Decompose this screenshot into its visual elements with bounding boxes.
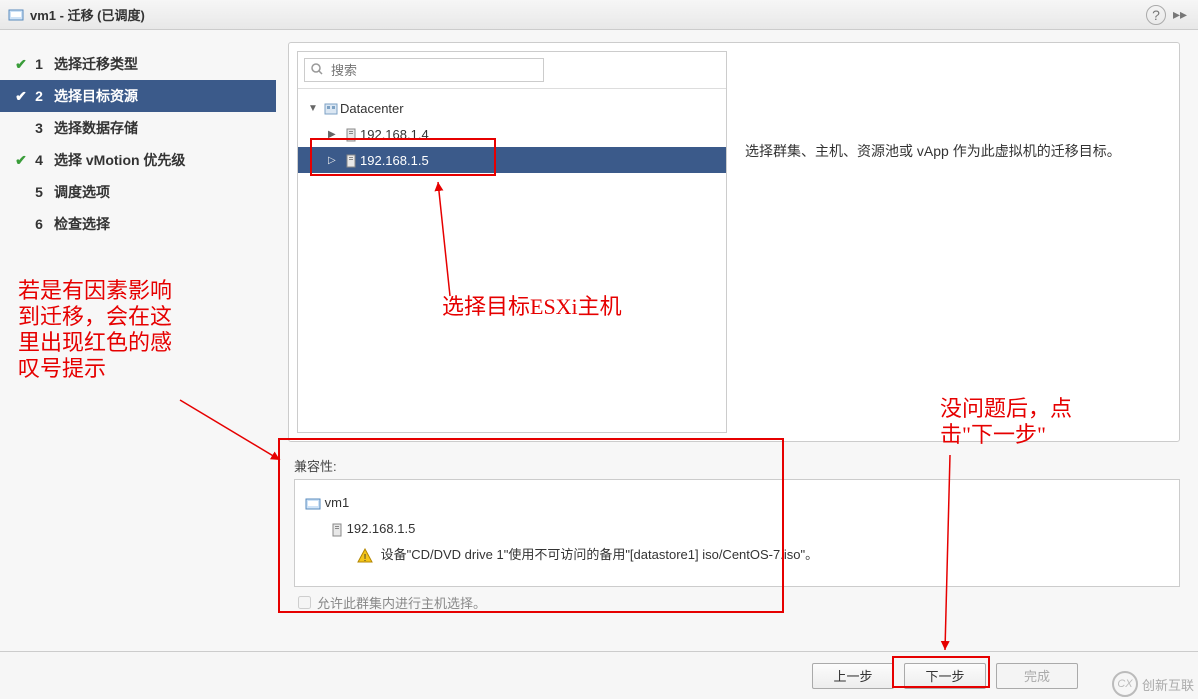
- step-2[interactable]: ✔ 2 选择目标资源: [0, 80, 276, 112]
- tree-label: 192.168.1.5: [360, 153, 429, 168]
- vm-icon: [8, 7, 24, 23]
- checkmark-icon: ✔: [12, 88, 30, 105]
- step-3[interactable]: 3 选择数据存储: [0, 112, 276, 144]
- datacenter-icon: [322, 100, 340, 116]
- tree-label: Datacenter: [340, 101, 404, 116]
- chevron-right-icon: ▷: [328, 155, 342, 166]
- search-box[interactable]: [304, 58, 544, 82]
- search-input[interactable]: [329, 62, 543, 79]
- compatibility-label: 兼容性:: [294, 456, 1180, 475]
- tree-host-2[interactable]: ▷ 192.168.1.5: [298, 147, 726, 173]
- step-4[interactable]: ✔ 4 选择 vMotion 优先级: [0, 144, 276, 176]
- resource-panel: ▼ Datacenter ▶ 192.168.1.4: [288, 42, 1180, 442]
- main-panel: ▼ Datacenter ▶ 192.168.1.4: [276, 30, 1198, 650]
- checkmark-icon: ✔: [12, 56, 30, 73]
- compatibility-box: vm1 192.168.1.5 ! 设备"CD/DVD drive 1"使用不可…: [294, 479, 1180, 587]
- tree-datacenter[interactable]: ▼ Datacenter: [298, 95, 726, 121]
- search-icon: [305, 63, 329, 78]
- compat-warning-text: 设备"CD/DVD drive 1"使用不可访问的备用"[datastore1]…: [381, 547, 818, 562]
- checkmark-icon: ✔: [12, 152, 30, 169]
- allow-host-select-row: 允许此群集内进行主机选择。: [294, 593, 1180, 612]
- help-text: 选择群集、主机、资源池或 vApp 作为此虚拟机的迁移目标。: [745, 51, 1171, 433]
- host-icon: [342, 152, 360, 168]
- tree-panel: ▼ Datacenter ▶ 192.168.1.4: [297, 51, 727, 433]
- help-icon[interactable]: ?: [1146, 5, 1166, 25]
- resource-tree: ▼ Datacenter ▶ 192.168.1.4: [298, 89, 726, 179]
- host-icon: [342, 126, 360, 142]
- svg-text:!: !: [364, 553, 367, 564]
- window-title: vm1 - 迁移 (已调度): [30, 5, 145, 24]
- vm-icon: [305, 495, 325, 510]
- title-bar: vm1 - 迁移 (已调度) ? ▸▸: [0, 0, 1198, 30]
- host-icon: [331, 521, 347, 536]
- allow-host-label: 允许此群集内进行主机选择。: [317, 593, 486, 612]
- step-6[interactable]: 6 检查选择: [0, 208, 276, 240]
- tree-label: 192.168.1.4: [360, 127, 429, 142]
- compat-host: 192.168.1.5: [347, 521, 416, 536]
- back-button[interactable]: 上一步: [812, 663, 894, 689]
- chevron-down-icon: ▼: [308, 103, 322, 114]
- tree-host-1[interactable]: ▶ 192.168.1.4: [298, 121, 726, 147]
- wizard-steps: ✔ 1 选择迁移类型 ✔ 2 选择目标资源 3 选择数据存储 ✔ 4 选择 vM…: [0, 30, 276, 650]
- allow-host-checkbox: [298, 596, 311, 609]
- collapse-icon[interactable]: ▸▸: [1170, 5, 1190, 25]
- compat-vm-name: vm1: [325, 495, 350, 510]
- step-5[interactable]: 5 调度选项: [0, 176, 276, 208]
- chevron-right-icon: ▶: [328, 129, 342, 140]
- wizard-footer: 上一步 下一步 完成: [0, 651, 1198, 699]
- step-1[interactable]: ✔ 1 选择迁移类型: [0, 48, 276, 80]
- finish-button: 完成: [996, 663, 1078, 689]
- watermark: CX 创新互联: [1112, 671, 1194, 697]
- warning-icon: !: [357, 548, 373, 564]
- next-button[interactable]: 下一步: [904, 663, 986, 689]
